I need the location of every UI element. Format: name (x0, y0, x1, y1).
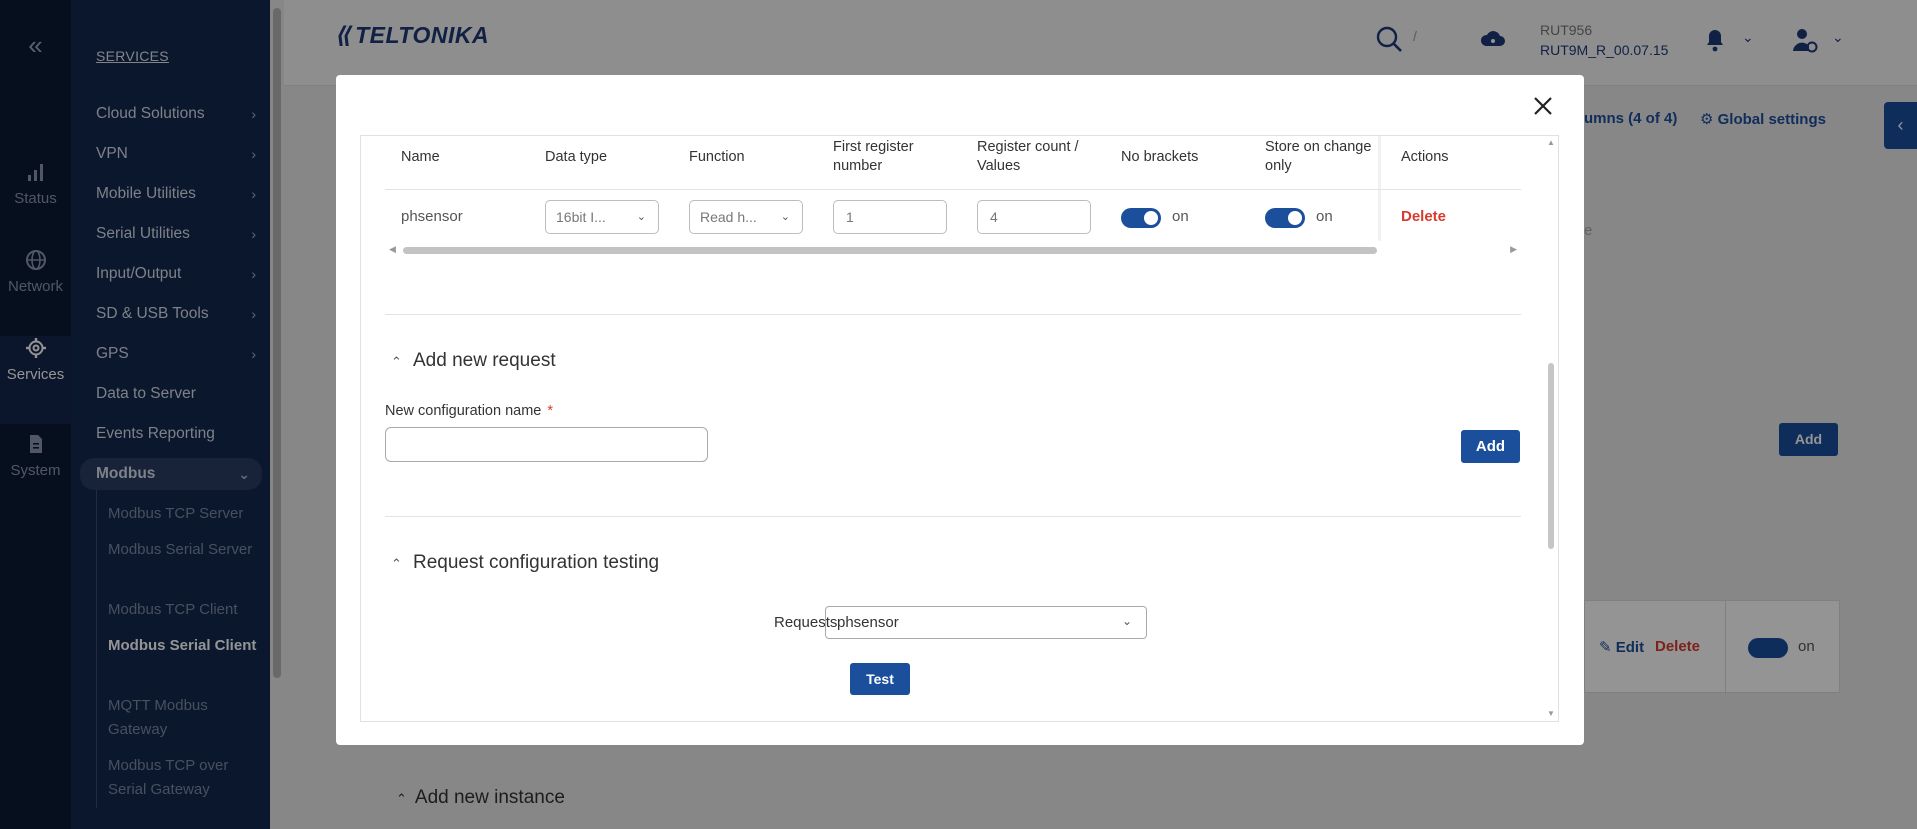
col-header-first-register: First register number (833, 139, 914, 174)
requests-select[interactable]: phsensor ⌄ (825, 606, 1147, 639)
required-mark: * (547, 403, 554, 419)
chevron-down-icon: ⌄ (780, 211, 790, 223)
col-header-no-brackets: No brackets (1121, 149, 1199, 165)
add-request-button[interactable]: Add (1461, 430, 1520, 463)
data-type-select[interactable]: 16bit I... ⌄ (545, 200, 659, 234)
col-header-store-on-change: Store on change only (1265, 139, 1372, 174)
chevron-up-icon: ⌃ (391, 354, 402, 369)
chevron-up-icon: ⌃ (391, 556, 402, 571)
select-value: 16bit I... (556, 209, 606, 225)
modal-vertical-scrollbar[interactable]: ▲ ▼ (1544, 136, 1558, 721)
no-brackets-toggle-label: on (1172, 208, 1189, 225)
label-text: New configuration name (385, 403, 542, 419)
scrollbar-thumb[interactable] (1548, 363, 1554, 549)
col-header-actions: Actions (1401, 149, 1449, 165)
section-label: Add new request (413, 350, 556, 371)
modal-scroll-area: Name Data type Function First register n… (360, 135, 1559, 722)
col-header-name: Name (401, 149, 440, 165)
section-label: Request configuration testing (413, 552, 660, 573)
table-header-divider (385, 189, 1521, 190)
select-value: phsensor (837, 614, 899, 631)
scroll-up-arrow-icon[interactable]: ▲ (1547, 138, 1555, 147)
no-brackets-toggle[interactable] (1121, 208, 1161, 228)
request-config-modal: Name Data type Function First register n… (336, 75, 1584, 745)
col-header-function: Function (689, 149, 745, 165)
function-select[interactable]: Read h... ⌄ (689, 200, 803, 234)
section-divider (385, 516, 1521, 517)
scroll-right-arrow-icon[interactable]: ▶ (1510, 244, 1517, 255)
chevron-down-icon: ⌄ (636, 211, 646, 223)
select-value: Read h... (700, 209, 757, 225)
scroll-left-arrow-icon[interactable]: ◀ (389, 244, 396, 255)
table-horizontal-scrollbar[interactable]: ◀ ▶ (385, 244, 1521, 256)
test-button[interactable]: Test (850, 663, 910, 695)
request-testing-header[interactable]: ⌃ Request configuration testing (391, 552, 659, 574)
new-config-name-label: New configuration name * (385, 403, 553, 419)
add-new-request-header[interactable]: ⌃ Add new request (391, 350, 556, 372)
col-header-register-count: Register count / Values (977, 139, 1079, 174)
section-divider (385, 314, 1521, 315)
new-config-name-input[interactable] (385, 427, 708, 462)
delete-row-button[interactable]: Delete (1401, 208, 1446, 225)
scrollbar-thumb[interactable] (403, 247, 1377, 254)
col-header-data-type: Data type (545, 149, 608, 165)
chevron-down-icon: ⌄ (1121, 614, 1132, 628)
store-on-change-toggle[interactable] (1265, 208, 1305, 228)
first-register-input[interactable]: 1 (833, 200, 947, 234)
row-name: phsensor (401, 208, 463, 225)
close-icon[interactable] (1532, 95, 1554, 117)
register-count-input[interactable]: 4 (977, 200, 1091, 234)
store-on-change-toggle-label: on (1316, 208, 1333, 225)
scroll-down-arrow-icon[interactable]: ▼ (1547, 709, 1555, 718)
